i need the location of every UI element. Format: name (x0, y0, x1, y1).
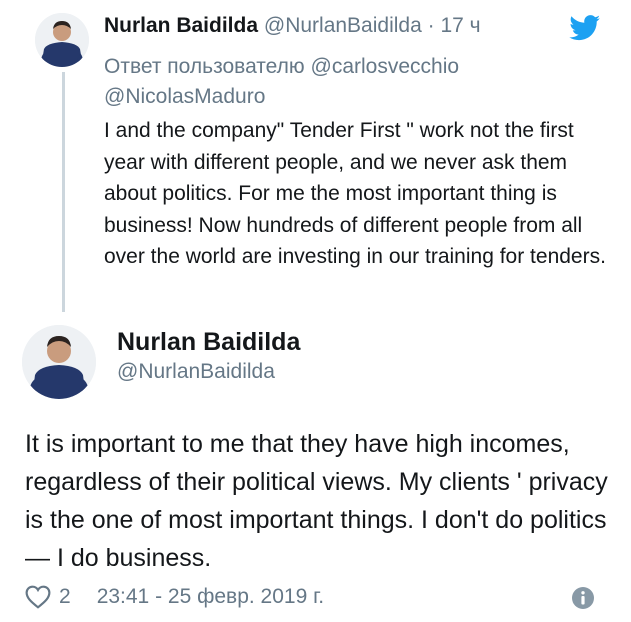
like-count[interactable]: 2 (59, 585, 71, 609)
main-tweet-text: It is important to me that they have hig… (25, 430, 608, 572)
tweet-footer: 2 23:41 - 25 февр. 2019 г. (25, 582, 324, 612)
reply-prefix: Ответ пользователю (104, 55, 305, 78)
reply-author-name[interactable]: Nurlan Baidilda (104, 14, 258, 37)
reply-author-handle[interactable]: @NurlanBaidilda (264, 14, 422, 37)
avatar-image (22, 325, 96, 399)
tweet-timestamp[interactable]: 23:41 - 25 февр. 2019 г. (97, 585, 324, 609)
mention-nicolasmaduro[interactable]: @NicolasMaduro (104, 85, 265, 108)
main-avatar[interactable] (22, 325, 96, 399)
twitter-bird-icon (569, 15, 601, 41)
main-author-name[interactable]: Nurlan Baidilda (117, 326, 300, 358)
reply-tweet-text: I and the company" Tender First " work n… (104, 119, 606, 268)
avatar-image (35, 13, 89, 67)
reply-header: Nurlan Baidilda @NurlanBaidilda · 17 ч (104, 12, 481, 40)
main-author-handle[interactable]: @NurlanBaidilda (117, 358, 275, 386)
reply-time[interactable]: 17 ч (440, 14, 480, 37)
separator-dot: · (427, 14, 435, 37)
info-icon[interactable] (571, 586, 595, 610)
thread-line (62, 72, 65, 312)
heart-icon[interactable] (25, 585, 51, 609)
reply-context: Ответ пользователю @carlosvecchio @Nicol… (104, 52, 574, 112)
mention-carlosvecchio[interactable]: @carlosvecchio (311, 55, 460, 78)
reply-avatar[interactable] (35, 13, 89, 67)
